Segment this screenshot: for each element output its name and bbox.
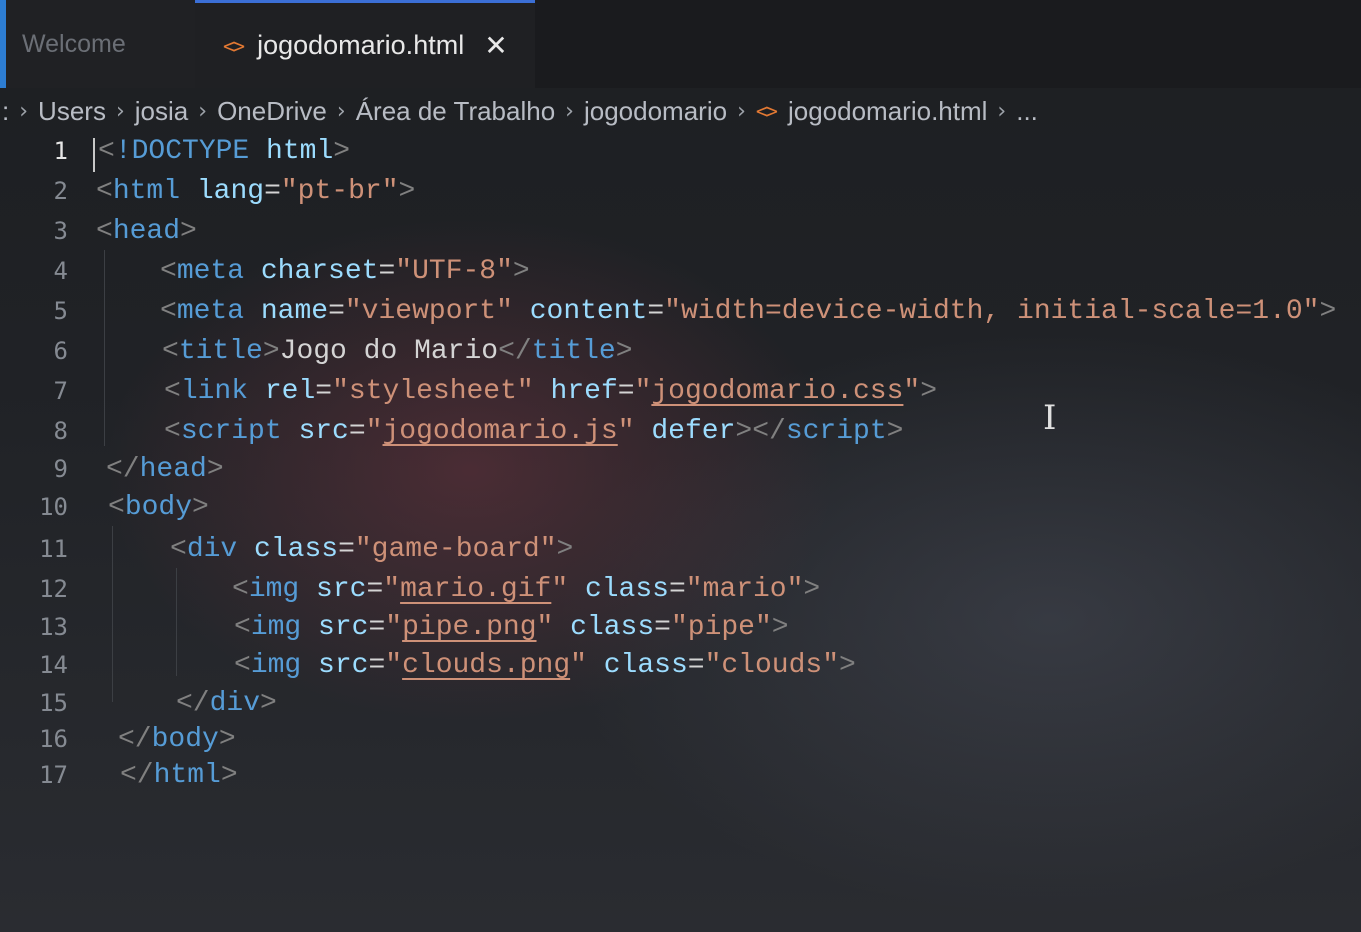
line-number: 7: [53, 377, 68, 405]
code-text: <title>Jogo do Mario</title>: [162, 335, 633, 367]
breadcrumb-item-onedrive[interactable]: OneDrive: [217, 96, 327, 127]
line-number: 15: [39, 689, 68, 717]
code-text: </html>: [120, 759, 238, 791]
breadcrumb-item-users[interactable]: Users: [38, 96, 106, 127]
code-text: <meta charset="UTF-8">: [160, 255, 530, 287]
code-line: 10 <body>: [0, 488, 1361, 526]
link-clouds-png[interactable]: clouds.png: [402, 650, 570, 681]
ibeam-cursor-icon: I: [1043, 398, 1057, 438]
tab-jogodomario-html[interactable]: <> jogodomario.html ✕: [195, 0, 535, 88]
code-text: <html lang="pt-br">: [96, 175, 416, 207]
chevron-right-icon: ›: [336, 98, 346, 124]
code-line: 7 <link rel="stylesheet" href="jogodomar…: [0, 372, 1361, 410]
chevron-right-icon: ›: [198, 98, 208, 124]
code-line: 2 <html lang="pt-br">: [0, 172, 1361, 210]
code-line: 13 <img src="pipe.png" class="pipe">: [0, 608, 1361, 646]
link-pipe-png[interactable]: pipe.png: [402, 612, 536, 643]
code-text: </body>: [118, 723, 236, 755]
chevron-right-icon: ›: [737, 98, 746, 124]
code-line: 6 <title>Jogo do Mario</title>: [0, 332, 1361, 370]
code-text: </div>: [176, 687, 277, 719]
code-line: 4 <meta charset="UTF-8">: [0, 252, 1361, 290]
breadcrumb-lead: :: [2, 95, 10, 126]
chevron-right-icon: ›: [997, 98, 1007, 124]
line-number: 3: [53, 217, 68, 245]
line-number: 5: [53, 297, 68, 325]
code-line: 3 <head>: [0, 212, 1361, 250]
breadcrumb-item-josia[interactable]: josia: [135, 96, 188, 127]
text-cursor: [93, 138, 95, 172]
link-mario-gif[interactable]: mario.gif: [400, 574, 551, 605]
code-line: 5 <meta name="viewport" content="width=d…: [0, 292, 1361, 330]
tab-bar: Welcome <> jogodomario.html ✕: [0, 0, 1361, 88]
tab-label: Welcome: [22, 29, 126, 58]
code-line: 17 </html>: [0, 756, 1361, 794]
html-file-icon: <>: [755, 99, 778, 123]
code-line: 15 </div>: [0, 684, 1361, 722]
breadcrumb-item-jogodomario[interactable]: jogodomario: [584, 96, 727, 127]
code-line: 11 <div class="game-board">: [0, 530, 1361, 568]
code-text: <img src="pipe.png" class="pipe">: [234, 611, 789, 643]
breadcrumb-item-file[interactable]: jogodomario.html: [788, 96, 987, 127]
code-line: 16 </body>: [0, 720, 1361, 758]
code-text: <!DOCTYPE html>: [98, 135, 351, 167]
code-text: <meta name="viewport" content="width=dev…: [160, 295, 1337, 327]
line-number: 11: [39, 535, 68, 563]
code-text: <head>: [96, 215, 197, 247]
link-jogodomario-js[interactable]: jogodomario.js: [383, 416, 618, 447]
line-number: 10: [39, 493, 68, 521]
tab-label: jogodomario.html: [257, 30, 465, 60]
code-editor[interactable]: 1 <!DOCTYPE html> 2 <html lang="pt-br"> …: [0, 132, 1361, 932]
html-file-icon: <>: [223, 33, 245, 58]
line-number: 6: [53, 337, 68, 365]
line-number: 14: [39, 651, 68, 679]
code-line: 14 <img src="clouds.png" class="clouds">: [0, 646, 1361, 684]
code-text: <img src="mario.gif" class="mario">: [232, 573, 821, 605]
line-number: 12: [39, 575, 68, 603]
line-number: 13: [39, 613, 68, 641]
breadcrumb-item-area-de-trabalho[interactable]: Área de Trabalho: [356, 96, 555, 127]
line-number: 8: [53, 417, 68, 445]
code-text: <img src="clouds.png" class="clouds">: [234, 649, 856, 681]
line-number: 1: [53, 137, 68, 165]
code-text: </head>: [106, 453, 224, 485]
code-text: <div class="game-board">: [170, 533, 574, 565]
link-jogodomario-css[interactable]: jogodomario.css: [651, 376, 903, 407]
code-line: 8 <script src="jogodomario.js" defer></s…: [0, 412, 1361, 450]
line-number: 17: [39, 761, 68, 789]
code-line: 9 </head>: [0, 450, 1361, 488]
line-number: 2: [53, 177, 68, 205]
chevron-right-icon: ›: [19, 98, 29, 124]
tab-welcome[interactable]: Welcome: [0, 0, 195, 88]
line-number: 9: [53, 455, 68, 483]
breadcrumb: : › Users › josia › OneDrive › Área de T…: [0, 88, 1361, 134]
code-text: <script src="jogodomario.js" defer></scr…: [164, 415, 904, 447]
line-number: 4: [53, 257, 68, 285]
code-text: <link rel="stylesheet" href="jogodomario…: [164, 375, 938, 407]
chevron-right-icon: ›: [565, 98, 574, 124]
code-text: <body>: [108, 491, 209, 523]
code-line: 1 <!DOCTYPE html>: [0, 132, 1361, 170]
chevron-right-icon: ›: [115, 98, 125, 124]
close-icon[interactable]: ✕: [484, 29, 507, 62]
breadcrumb-item-symbols[interactable]: ...: [1016, 96, 1038, 127]
code-line: 12 <img src="mario.gif" class="mario">: [0, 570, 1361, 608]
line-number: 16: [39, 725, 68, 753]
